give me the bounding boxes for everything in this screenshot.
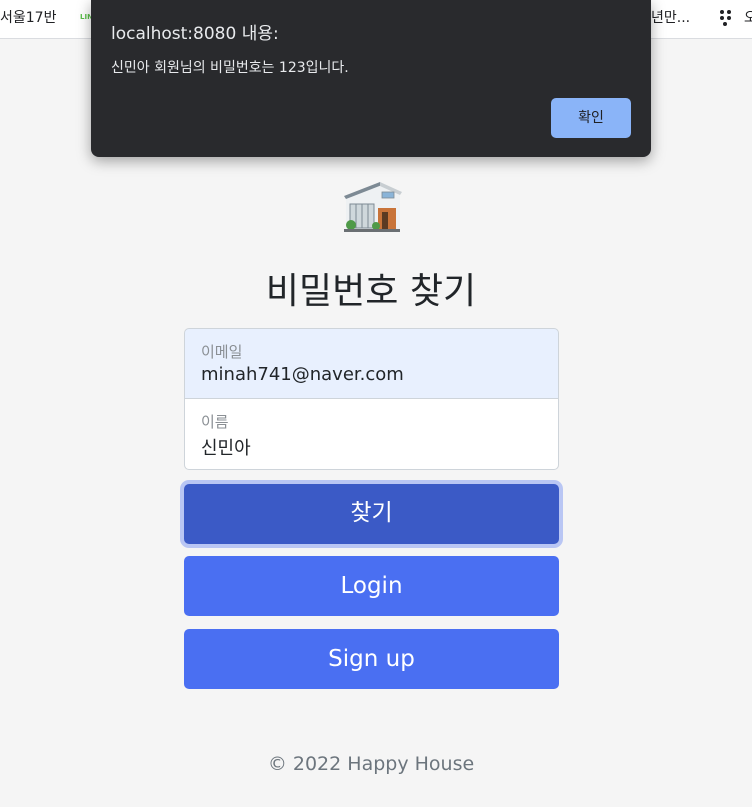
name-label: 이름 xyxy=(201,413,229,431)
find-button[interactable]: 찾기 xyxy=(184,484,559,544)
name-input[interactable]: 신민아 xyxy=(201,434,251,460)
bookmark-item[interactable]: 년만... xyxy=(651,7,690,27)
login-button[interactable]: Login xyxy=(184,556,559,616)
email-label: 이메일 xyxy=(201,343,243,361)
email-input[interactable]: minah741@naver.com xyxy=(201,364,404,385)
footer-copyright: © 2022 Happy House xyxy=(267,753,475,775)
dialog-title: localhost:8080 내용: xyxy=(111,24,279,44)
dialog-ok-button[interactable]: 확인 xyxy=(551,98,631,138)
name-field[interactable]: 이름 신민아 xyxy=(184,399,559,470)
house-logo-icon xyxy=(344,182,402,232)
bookmark-item[interactable]: 서울17반 xyxy=(0,7,56,27)
page-title: 비밀번호 찾기 xyxy=(265,271,477,312)
signup-button[interactable]: Sign up xyxy=(184,629,559,689)
bookmark-item[interactable]: 오 xyxy=(744,7,752,27)
email-field[interactable]: 이메일 minah741@naver.com xyxy=(184,328,559,399)
alert-dialog: localhost:8080 내용: 신민아 회원님의 비밀번호는 123입니다… xyxy=(91,0,651,157)
dialog-message: 신민아 회원님의 비밀번호는 123입니다. xyxy=(111,60,349,76)
apps-grid-icon[interactable] xyxy=(717,8,735,26)
